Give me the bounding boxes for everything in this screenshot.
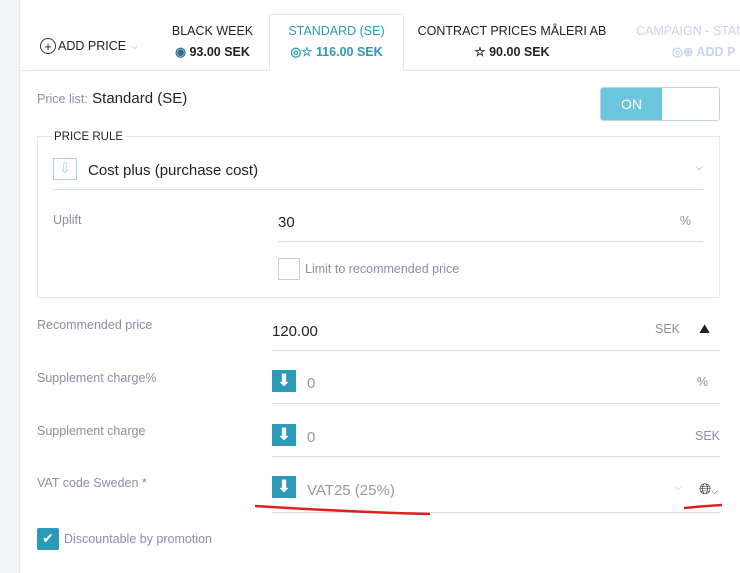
red-annotation-underline <box>254 503 723 516</box>
supplement-percent-input[interactable]: ⬇ 0 % <box>272 365 720 403</box>
checkmark-icon[interactable]: ✔ <box>37 528 59 550</box>
chevron-down-icon: ⌵ <box>674 482 682 493</box>
eye-icon: ◎ <box>290 45 302 59</box>
price-rule-heading: PRICE RULE <box>52 131 126 143</box>
star-icon: ☆ <box>301 45 313 59</box>
uplift-label: Uplift <box>53 213 82 227</box>
supplement-charge-input[interactable]: ⬇ 0 SEK <box>272 419 720 457</box>
tab-contract-prices[interactable]: CONTRACT PRICES MÅLERI AB ☆ 90.00 SEK <box>412 24 612 59</box>
uplift-input[interactable]: 30 % <box>277 205 703 241</box>
globe-icon[interactable]: 🌐︎⌵ <box>699 480 718 498</box>
add-price-button[interactable]: + ADD PRICE ⌵ <box>40 38 138 54</box>
chevron-down-icon: ⌵ <box>131 40 138 51</box>
plus-circle-icon: ⊕ <box>682 45 694 59</box>
left-sidebar-strip <box>0 0 20 573</box>
inherit-arrow-icon[interactable]: ⬇ <box>272 424 296 446</box>
discountable-checkbox[interactable]: ✔ Discountable by promotion <box>37 528 212 550</box>
chevron-down-icon: ⌵ <box>695 162 703 173</box>
price-rule-select[interactable]: ⇩ Cost plus (purchase cost) ⌵ <box>53 154 703 190</box>
plus-circle-icon: + <box>40 38 56 54</box>
arrow-down-outline-icon: ⇩ <box>53 158 77 180</box>
limit-checkbox[interactable]: Limit to recommended price <box>278 258 459 280</box>
tab-campaign[interactable]: CAMPAIGN - STAN ◎⊕ ADD P <box>636 24 740 59</box>
tab-black-week[interactable]: BLACK WEEK ◉ 93.00 SEK <box>160 24 265 59</box>
price-list-info: Price list: Standard (SE) <box>37 90 188 107</box>
recommended-price-input[interactable]: 120.00 SEK ⛰ <box>272 312 720 350</box>
tab-standard-se[interactable]: STANDARD (SE) ◎☆ 116.00 SEK <box>270 24 403 59</box>
checkbox-box[interactable] <box>278 258 300 280</box>
eye-icon: ◉ <box>175 45 186 59</box>
inherit-arrow-icon[interactable]: ⬇ <box>272 476 296 498</box>
eye-icon: ◎ <box>672 45 683 59</box>
star-icon: ☆ <box>474 45 486 59</box>
active-toggle[interactable]: ON <box>600 87 720 121</box>
chart-icon[interactable]: ⛰ <box>699 322 710 337</box>
inherit-arrow-icon[interactable]: ⬇ <box>272 370 296 392</box>
